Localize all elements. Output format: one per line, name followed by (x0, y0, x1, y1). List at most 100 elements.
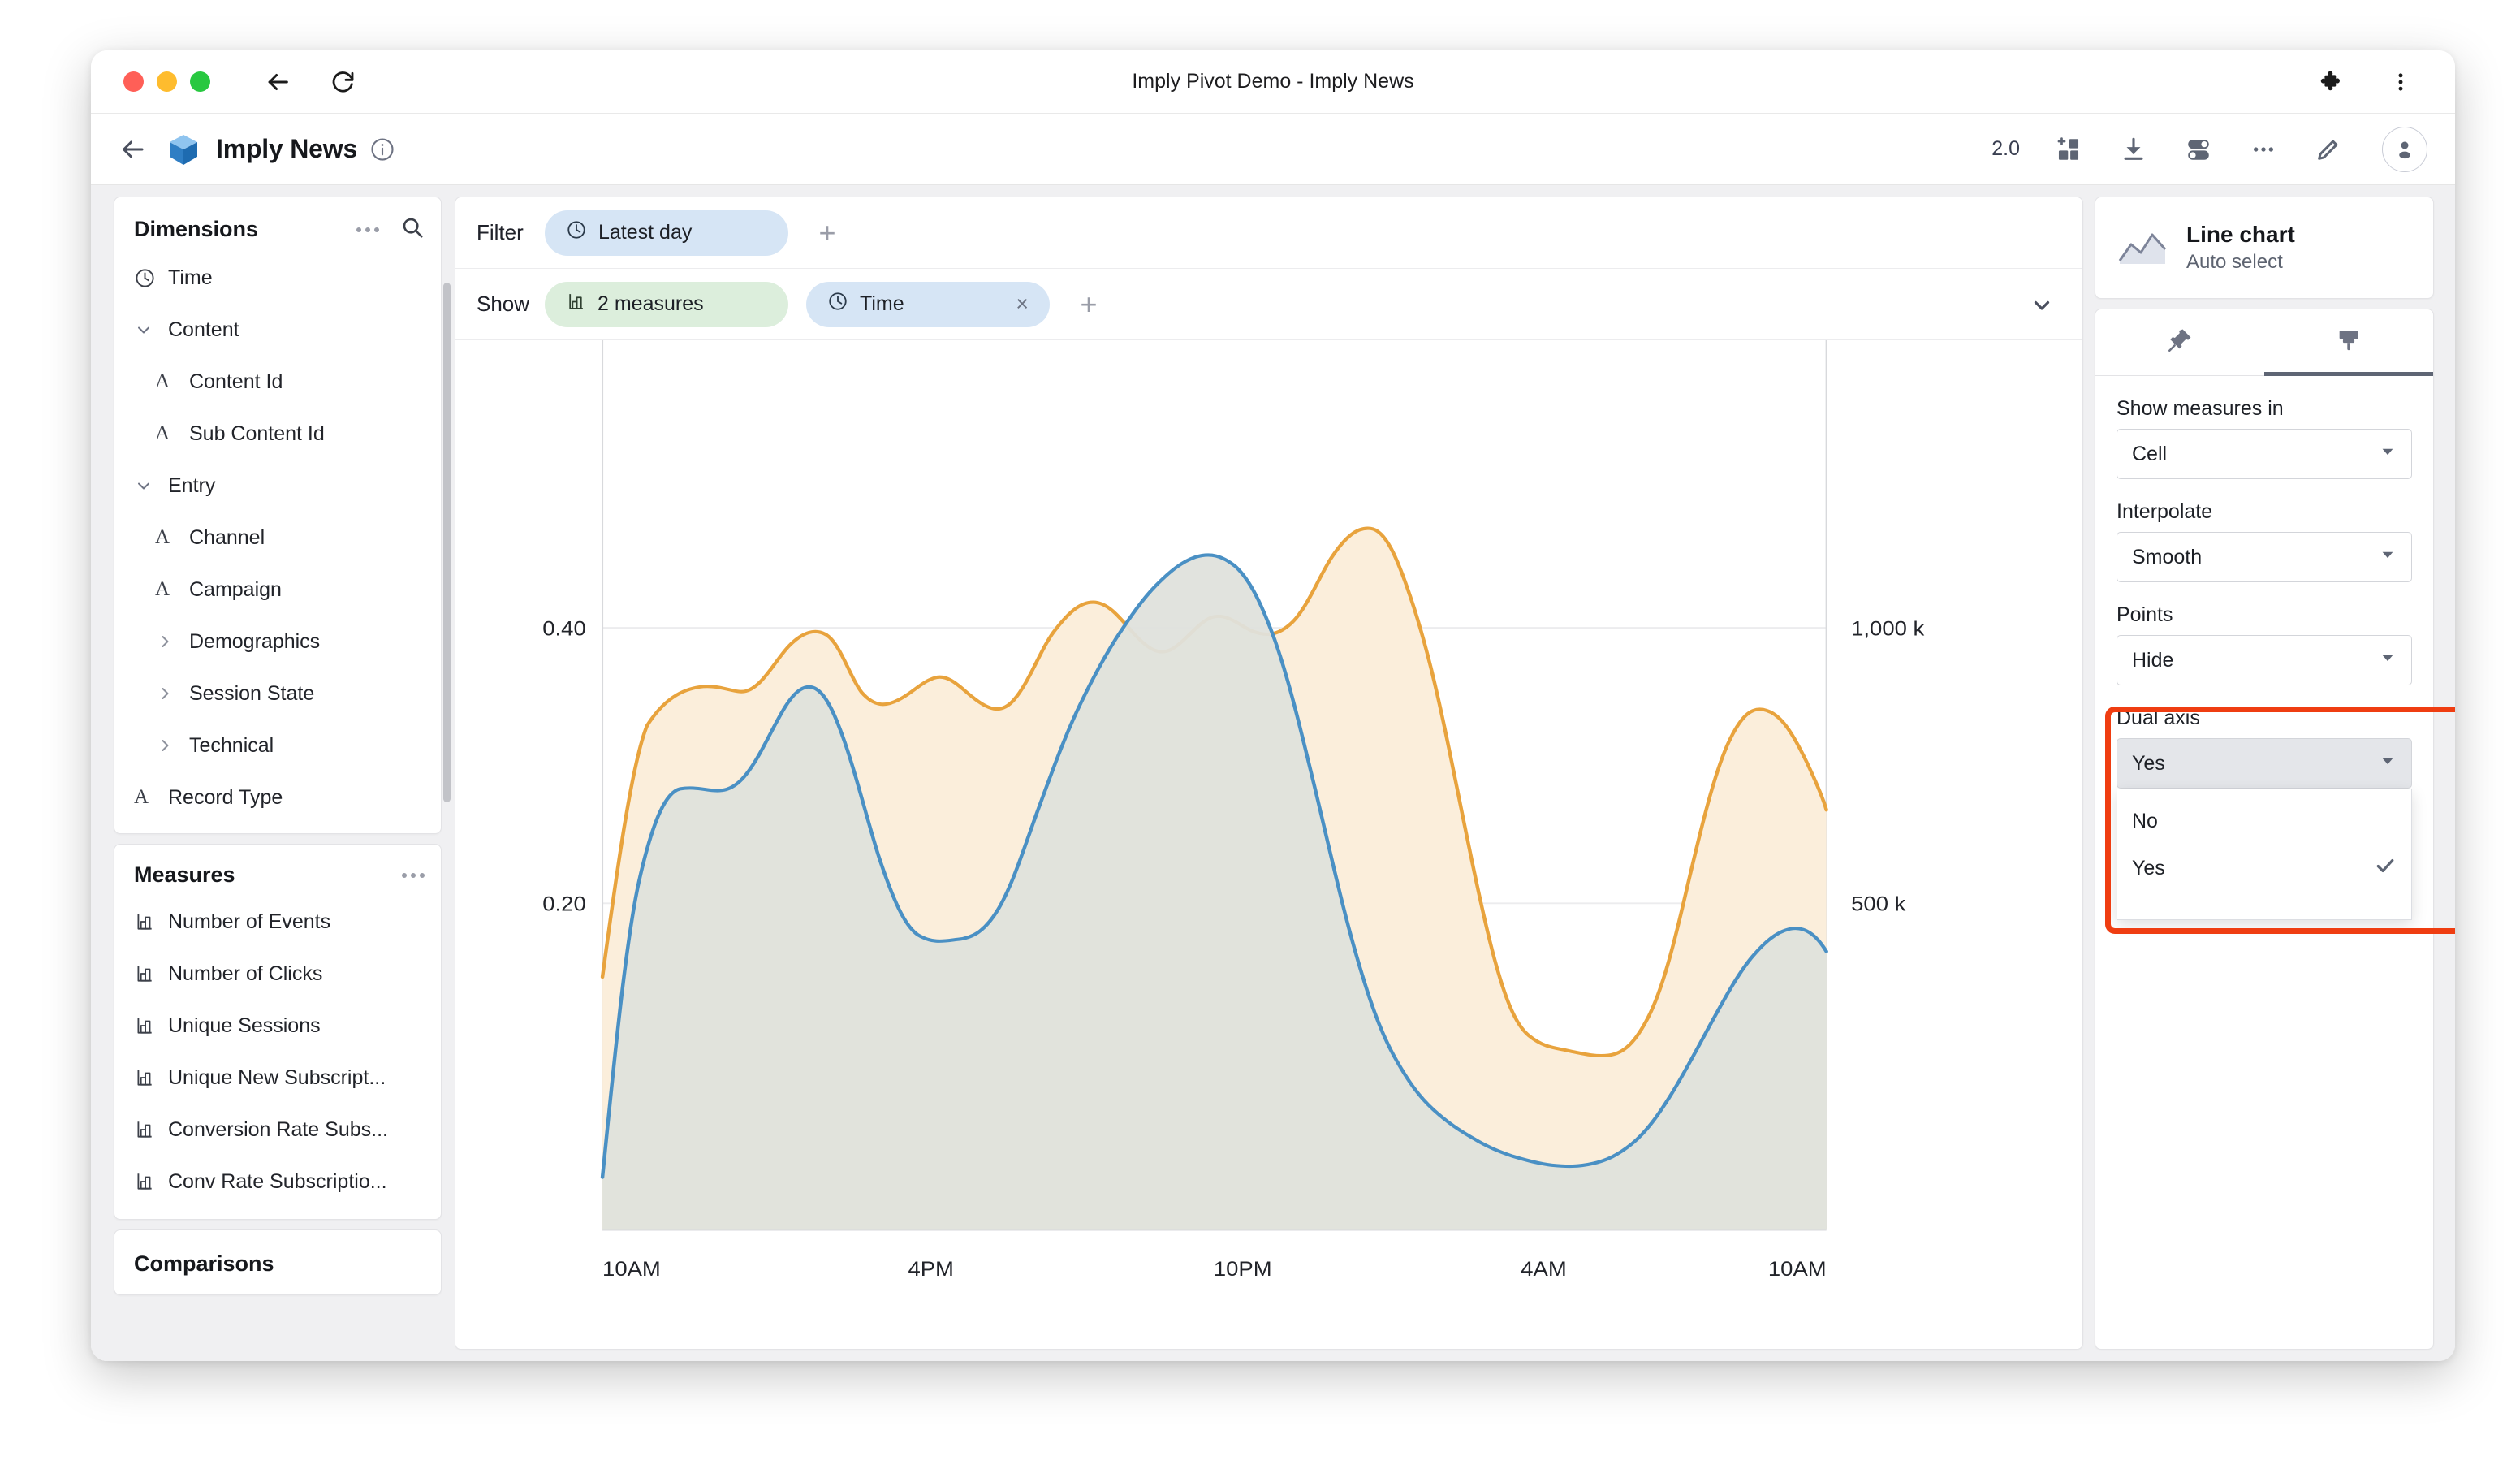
close-window-button[interactable] (123, 71, 144, 92)
chevron-down-icon[interactable] (2022, 285, 2061, 324)
measure-label: Number of Events (168, 910, 330, 934)
chevron-down-icon (2379, 752, 2397, 776)
settings-fields: Show measures in Cell Interpolate Smooth (2095, 376, 2433, 789)
more-icon[interactable] (2247, 133, 2280, 166)
show-pill-time-label: Time (860, 292, 904, 316)
add-filter-button[interactable]: + (806, 212, 848, 254)
add-split-button[interactable]: + (1068, 283, 1110, 326)
visualization-subtitle: Auto select (2186, 251, 2295, 274)
show-pill-measures[interactable]: 2 measures (545, 282, 788, 327)
dimension-group-entry[interactable]: Entry (114, 460, 441, 512)
user-avatar-icon[interactable] (2382, 127, 2427, 172)
measure-icon (134, 963, 168, 984)
tab-style[interactable] (2264, 309, 2433, 375)
dimension-item-content-id[interactable]: A Content Id (114, 356, 441, 408)
search-icon[interactable] (400, 215, 425, 244)
tab-pin[interactable] (2095, 309, 2264, 375)
filter-row: Filter Latest day + (455, 197, 2082, 269)
pin-icon (2166, 326, 2194, 358)
menu-overflow-divider (2117, 892, 2411, 906)
app-back-button[interactable] (114, 131, 151, 168)
chart-canvas: 0.40 0.20 1,000 k 500 k 10AM 4PM 10PM 4A… (455, 340, 2082, 1349)
dual-axis-dropdown-menu: No Yes (2117, 789, 2412, 920)
visualization-card: Filter Latest day + Show (455, 197, 2083, 1350)
measure-icon (134, 1119, 168, 1140)
dimensions-more-icon[interactable] (356, 227, 379, 232)
string-a-icon: A (155, 370, 189, 393)
dimensions-panel: Dimensions Time (114, 197, 442, 834)
visualization-selector[interactable]: Line chart Auto select (2095, 197, 2434, 299)
puzzle-piece-icon[interactable] (2315, 65, 2350, 99)
page-title: Imply News (216, 134, 357, 164)
minimize-window-button[interactable] (157, 71, 177, 92)
dimension-item-time[interactable]: Time (114, 252, 441, 304)
dimension-group-demographics[interactable]: Demographics (114, 616, 441, 668)
show-measures-in-select[interactable]: Cell (2117, 429, 2412, 479)
points-select[interactable]: Hide (2117, 635, 2412, 685)
chevron-down-icon (134, 476, 168, 495)
info-circle-icon[interactable] (370, 137, 395, 162)
field-interpolate: Interpolate Smooth (2117, 500, 2412, 582)
measures-more-icon[interactable] (402, 873, 425, 878)
dimension-label: Sub Content Id (189, 422, 325, 446)
select-value: Smooth (2132, 546, 2202, 569)
chevron-down-icon (2379, 443, 2397, 466)
field-label: Points (2117, 603, 2412, 627)
browser-toolbar: Imply Pivot Demo - Imply News (91, 50, 2455, 114)
dual-axis-option-yes[interactable]: Yes (2117, 845, 2411, 892)
maximize-window-button[interactable] (190, 71, 210, 92)
show-pill-time[interactable]: Time × (806, 282, 1050, 327)
window-controls (123, 71, 210, 92)
measure-item-conversion-rate-subs[interactable]: Conversion Rate Subs... (114, 1104, 441, 1156)
measure-item-conv-rate-subscription[interactable]: Conv Rate Subscriptio... (114, 1156, 441, 1208)
line-chart[interactable]: 0.40 0.20 1,000 k 500 k 10AM 4PM 10PM 4A… (455, 340, 2082, 1349)
menu-item-label: No (2132, 810, 2158, 833)
dimension-label: Time (168, 266, 213, 290)
back-arrow-icon[interactable] (261, 65, 295, 99)
interpolate-select[interactable]: Smooth (2117, 532, 2412, 582)
filter-pill-latest-day[interactable]: Latest day (545, 210, 788, 256)
dimension-label: Technical (189, 734, 274, 758)
measure-icon (134, 1171, 168, 1192)
measure-label: Unique Sessions (168, 1014, 321, 1038)
browser-tab-title: Imply Pivot Demo - Imply News (91, 70, 2455, 93)
add-tile-icon[interactable] (2052, 133, 2085, 166)
dimension-group-content[interactable]: Content (114, 304, 441, 356)
measure-item-unique-sessions[interactable]: Unique Sessions (114, 1000, 441, 1052)
three-dot-menu-icon[interactable] (2384, 65, 2418, 99)
measure-label: Conv Rate Subscriptio... (168, 1170, 387, 1194)
measure-icon (134, 911, 168, 932)
remove-time-split-button[interactable]: × (1016, 292, 1029, 317)
measure-item-number-of-clicks[interactable]: Number of Clicks (114, 948, 441, 1000)
dimension-item-record-type[interactable]: A Record Type (114, 771, 441, 823)
filter-pill-label: Latest day (598, 221, 692, 244)
version-label: 2.0 (1991, 137, 2020, 161)
sidebar-scrollbar[interactable] (443, 283, 451, 802)
download-icon[interactable] (2117, 133, 2150, 166)
toggles-icon[interactable] (2182, 133, 2215, 166)
string-a-icon: A (155, 422, 189, 445)
edit-pencil-icon[interactable] (2312, 133, 2345, 166)
dimension-item-sub-content-id[interactable]: A Sub Content Id (114, 408, 441, 460)
dimensions-header: Dimensions (114, 209, 441, 252)
chevron-down-icon (134, 320, 168, 339)
imply-cube-logo (166, 132, 201, 167)
show-row: Show 2 measures Time × + (455, 269, 2082, 340)
measure-icon (566, 292, 586, 318)
measure-item-unique-new-subscriptions[interactable]: Unique New Subscript... (114, 1052, 441, 1104)
dimension-item-channel[interactable]: A Channel (114, 512, 441, 564)
dimension-label: Demographics (189, 630, 320, 654)
visualization-name: Line chart (2186, 222, 2295, 248)
reload-icon[interactable] (326, 65, 360, 99)
measure-item-number-of-events[interactable]: Number of Events (114, 896, 441, 948)
dimension-item-campaign[interactable]: A Campaign (114, 564, 441, 616)
select-value: Yes (2132, 752, 2165, 776)
dual-axis-option-no[interactable]: No (2117, 797, 2411, 845)
dimension-group-technical[interactable]: Technical (114, 720, 441, 771)
dual-axis-select[interactable]: Yes (2117, 738, 2412, 789)
app-toolbar: Imply News 2.0 (91, 114, 2455, 185)
measures-title: Measures (134, 862, 235, 888)
show-label: Show (477, 292, 545, 317)
dimension-group-session-state[interactable]: Session State (114, 668, 441, 720)
checkmark-icon (2374, 854, 2397, 883)
